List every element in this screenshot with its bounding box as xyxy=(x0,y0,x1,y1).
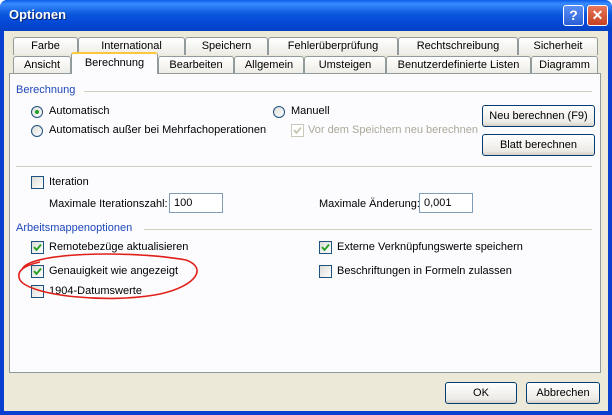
tab-ansicht[interactable]: Ansicht xyxy=(13,56,71,74)
tab-berechnung[interactable]: Berechnung xyxy=(71,52,158,74)
checkbox-externe-verknuepfung[interactable] xyxy=(319,241,332,254)
tab-benutzerdefinierte-listen[interactable]: Benutzerdefinierte Listen xyxy=(386,56,531,74)
max-iterationszahl-input[interactable]: 100 xyxy=(169,193,223,213)
tab-panel-berechnung: Berechnung Automatisch Automatisch außer… xyxy=(9,73,601,373)
tab-speichern[interactable]: Speichern xyxy=(185,37,268,55)
blatt-berechnen-button[interactable]: Blatt berechnen xyxy=(482,134,595,156)
section-separator xyxy=(16,166,592,167)
radio-manuell-label[interactable]: Manuell xyxy=(291,105,330,117)
checkbox-vor-speichern[interactable] xyxy=(291,124,304,137)
checkbox-iteration[interactable] xyxy=(31,176,44,189)
radio-automatisch-ausser[interactable] xyxy=(31,125,43,137)
beschriftungen-label[interactable]: Beschriftungen in Formeln zulassen xyxy=(337,265,512,277)
dialog-client: Farbe International Speichern Fehlerüber… xyxy=(4,31,608,411)
neu-berechnen-button[interactable]: Neu berechnen (F9) xyxy=(482,105,595,127)
max-iterationszahl-label: Maximale Iterationszahl: xyxy=(49,198,168,210)
checkbox-beschriftungen[interactable] xyxy=(319,265,332,278)
abbrechen-button[interactable]: Abbrechen xyxy=(526,382,600,404)
close-button[interactable]: ✕ xyxy=(587,5,608,26)
radio-automatisch[interactable] xyxy=(31,106,43,118)
group-separator xyxy=(144,229,592,230)
options-dialog: Optionen ? ✕ Farbe International Speiche… xyxy=(0,0,612,415)
group-label-arbeitsmappenoptionen: Arbeitsmappenoptionen xyxy=(16,222,133,234)
group-separator xyxy=(84,91,592,92)
annotation-ellipse xyxy=(18,253,198,300)
tab-diagramm[interactable]: Diagramm xyxy=(531,56,598,74)
radio-manuell[interactable] xyxy=(273,106,285,118)
tab-umsteigen[interactable]: Umsteigen xyxy=(304,56,386,74)
radio-automatisch-label[interactable]: Automatisch xyxy=(49,105,110,117)
tab-bearbeiten[interactable]: Bearbeiten xyxy=(158,56,234,74)
max-aenderung-label: Maximale Änderung: xyxy=(319,198,420,210)
title-bar: Optionen ? ✕ xyxy=(0,0,612,31)
group-label-berechnung: Berechnung xyxy=(16,84,76,96)
tab-allgemein[interactable]: Allgemein xyxy=(234,56,304,74)
vor-speichern-label: Vor dem Speichern neu berechnen xyxy=(308,124,479,136)
radio-selected-dot xyxy=(35,110,39,114)
iteration-label[interactable]: Iteration xyxy=(49,176,89,188)
help-button[interactable]: ? xyxy=(563,5,584,26)
tab-sicherheit[interactable]: Sicherheit xyxy=(518,37,598,55)
window-title: Optionen xyxy=(9,7,67,22)
externe-verknuepfung-label[interactable]: Externe Verknüpfungswerte speichern xyxy=(337,241,523,253)
radio-automatisch-ausser-label[interactable]: Automatisch außer bei Mehrfachoperatione… xyxy=(49,124,266,136)
ok-button[interactable]: OK xyxy=(445,382,517,404)
tab-rechtschreibung[interactable]: Rechtschreibung xyxy=(398,37,518,55)
max-aenderung-input[interactable]: 0,001 xyxy=(419,193,473,213)
check-icon xyxy=(293,126,302,135)
tab-farbe[interactable]: Farbe xyxy=(13,37,78,55)
tab-fehlerueberpruefung[interactable]: Fehlerüberprüfung xyxy=(268,37,398,55)
check-icon xyxy=(321,243,330,252)
